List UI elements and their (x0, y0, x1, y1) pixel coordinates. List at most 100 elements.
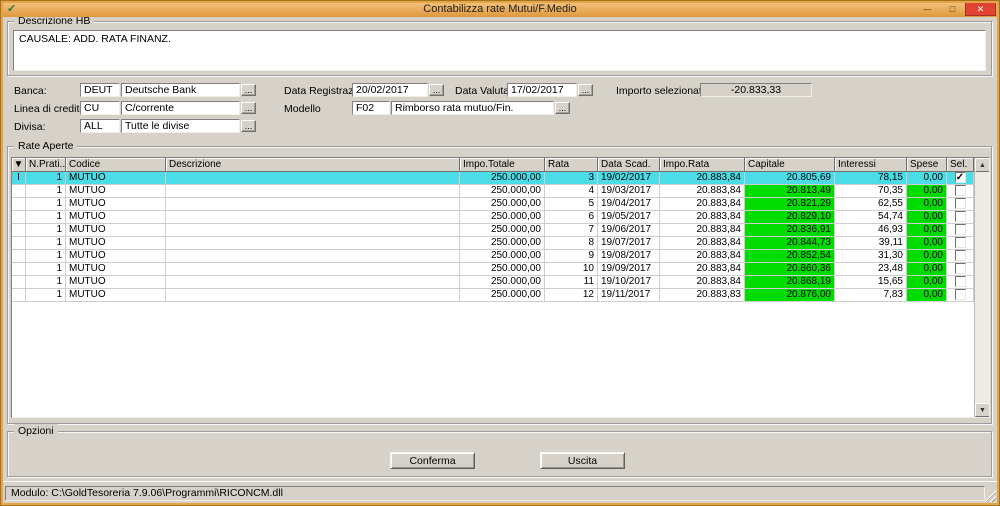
row-select-checkbox[interactable] (954, 224, 966, 235)
row-select-checkbox[interactable] (954, 289, 966, 300)
table-row[interactable]: 1 MUTUO 250.000,00 11 19/10/2017 20.883,84 20.… (12, 276, 989, 289)
linea-credito-name-field[interactable] (121, 101, 240, 115)
row-select-checkbox[interactable] (954, 185, 966, 196)
data-registrazione-browse-button[interactable]: ... (429, 84, 444, 96)
column-header-n[interactable]: N.Prati...↑ (26, 158, 66, 172)
cell-spese: 0,00 (907, 211, 947, 224)
current-row-marker (12, 289, 26, 302)
column-header-capitale[interactable]: Capitale (745, 158, 835, 172)
table-row[interactable]: 1 MUTUO 250.000,00 10 19/09/2017 20.883,84 20.… (12, 263, 989, 276)
cell-spese: 0,00 (907, 276, 947, 289)
cell-sel (947, 185, 974, 198)
cell-n: 1 (26, 211, 66, 224)
descrizione-hb-textarea[interactable]: CAUSALE: ADD. RATA FINANZ. (13, 30, 986, 71)
cell-spese: 0,00 (907, 250, 947, 263)
cell-sel (947, 276, 974, 289)
cell-descrizione (166, 289, 460, 302)
scroll-up-button[interactable]: ▲ (975, 158, 989, 172)
cell-impo_rata: 20.883,83 (660, 289, 745, 302)
scroll-down-button[interactable]: ▼ (975, 403, 989, 417)
banca-browse-button[interactable]: ... (241, 84, 256, 96)
row-select-checkbox[interactable] (954, 276, 966, 287)
column-header-data_scad[interactable]: Data Scad. (598, 158, 660, 172)
column-header-rata[interactable]: Rata (545, 158, 598, 172)
data-valuta-field[interactable] (507, 83, 577, 97)
table-row[interactable]: 1 MUTUO 250.000,00 4 19/03/2017 20.883,84 20.8… (12, 185, 989, 198)
column-header-codice[interactable]: Codice (66, 158, 166, 172)
cell-n: 1 (26, 198, 66, 211)
banca-name-field[interactable] (121, 83, 240, 97)
table-row[interactable]: 1 MUTUO 250.000,00 6 19/05/2017 20.883,84 20.8… (12, 211, 989, 224)
row-select-checkbox[interactable]: ✓ (954, 172, 966, 183)
data-valuta-label: Data Valuta (455, 85, 510, 97)
cell-impo_totale: 250.000,00 (460, 211, 545, 224)
cell-sel (947, 250, 974, 263)
column-header-interessi[interactable]: Interessi (835, 158, 907, 172)
conferma-button[interactable]: Conferma (390, 452, 475, 469)
header-filter-icon[interactable]: ▼ (12, 158, 26, 172)
column-header-sel[interactable]: Sel. (947, 158, 974, 172)
cell-descrizione (166, 224, 460, 237)
column-header-label: Capitale (748, 159, 785, 170)
banca-code-field[interactable] (80, 83, 120, 97)
maximize-button[interactable]: □ (940, 2, 965, 16)
modello-code-field[interactable] (352, 101, 390, 115)
current-row-marker (12, 224, 26, 237)
cell-data_scad: 19/07/2017 (598, 237, 660, 250)
modello-browse-button[interactable]: ... (555, 102, 570, 114)
cell-capitale: 20.805,69 (745, 172, 835, 185)
row-select-checkbox[interactable] (954, 237, 966, 248)
linea-credito-code-field[interactable] (80, 101, 120, 115)
cell-n: 1 (26, 276, 66, 289)
row-select-checkbox[interactable] (954, 211, 966, 222)
divisa-code-field[interactable] (80, 119, 120, 133)
column-header-impo_totale[interactable]: Impo.Totale (460, 158, 545, 172)
cell-rata: 6 (545, 211, 598, 224)
table-row[interactable]: 1 MUTUO 250.000,00 5 19/04/2017 20.883,84 20.8… (12, 198, 989, 211)
table-row[interactable]: 1 MUTUO 250.000,00 12 19/11/2017 20.883,83 20.… (12, 289, 989, 302)
cell-n: 1 (26, 224, 66, 237)
cell-impo_rata: 20.883,84 (660, 276, 745, 289)
cell-impo_rata: 20.883,84 (660, 224, 745, 237)
current-row-marker (12, 211, 26, 224)
data-valuta-browse-button[interactable]: ... (578, 84, 593, 96)
cell-descrizione (166, 172, 460, 185)
column-header-label: Impo.Totale (463, 159, 515, 170)
row-select-checkbox[interactable] (954, 250, 966, 261)
cell-n: 1 (26, 250, 66, 263)
row-select-checkbox[interactable] (954, 263, 966, 274)
table-row[interactable]: 1 MUTUO 250.000,00 7 19/06/2017 20.883,84 20.8… (12, 224, 989, 237)
cell-impo_rata: 20.883,84 (660, 237, 745, 250)
column-header-impo_rata[interactable]: Impo.Rata (660, 158, 745, 172)
cell-spese: 0,00 (907, 237, 947, 250)
opzioni-group: Opzioni (7, 424, 992, 477)
titlebar: ✓ Contabilizza rate Mutui/F.Medio — □ ✕ (3, 2, 997, 17)
cell-impo_totale: 250.000,00 (460, 198, 545, 211)
cell-descrizione (166, 185, 460, 198)
column-header-label: Sel. (950, 159, 968, 170)
row-select-checkbox[interactable] (954, 198, 966, 209)
column-header-spese[interactable]: Spese (907, 158, 947, 172)
table-row[interactable]: 1 MUTUO 250.000,00 8 19/07/2017 20.883,84 20.8… (12, 237, 989, 250)
vertical-scrollbar[interactable]: ▲ ▼ (974, 158, 989, 417)
table-row[interactable]: 1 MUTUO 250.000,00 9 19/08/2017 20.883,84 20.8… (12, 250, 989, 263)
cell-interessi: 54,74 (835, 211, 907, 224)
cell-capitale: 20.821,29 (745, 198, 835, 211)
data-registrazione-field[interactable] (352, 83, 428, 97)
close-button[interactable]: ✕ (965, 2, 996, 16)
linea-credito-browse-button[interactable]: ... (241, 102, 256, 114)
uscita-button[interactable]: Uscita (540, 452, 625, 469)
cell-capitale: 20.844,73 (745, 237, 835, 250)
modello-name-field[interactable] (391, 101, 554, 115)
cell-descrizione (166, 276, 460, 289)
column-header-descrizione[interactable]: Descrizione (166, 158, 460, 172)
cell-n: 1 (26, 237, 66, 250)
table-row[interactable]: I 1 MUTUO 250.000,00 3 19/02/2017 20.883,84 20.… (12, 172, 989, 185)
cell-descrizione (166, 237, 460, 250)
cell-codice: MUTUO (66, 172, 166, 185)
rate-aperte-group-label: Rate Aperte (14, 139, 78, 153)
divisa-name-field[interactable] (121, 119, 240, 133)
cell-spese: 0,00 (907, 224, 947, 237)
minimize-button[interactable]: — (915, 2, 940, 16)
divisa-browse-button[interactable]: ... (241, 120, 256, 132)
